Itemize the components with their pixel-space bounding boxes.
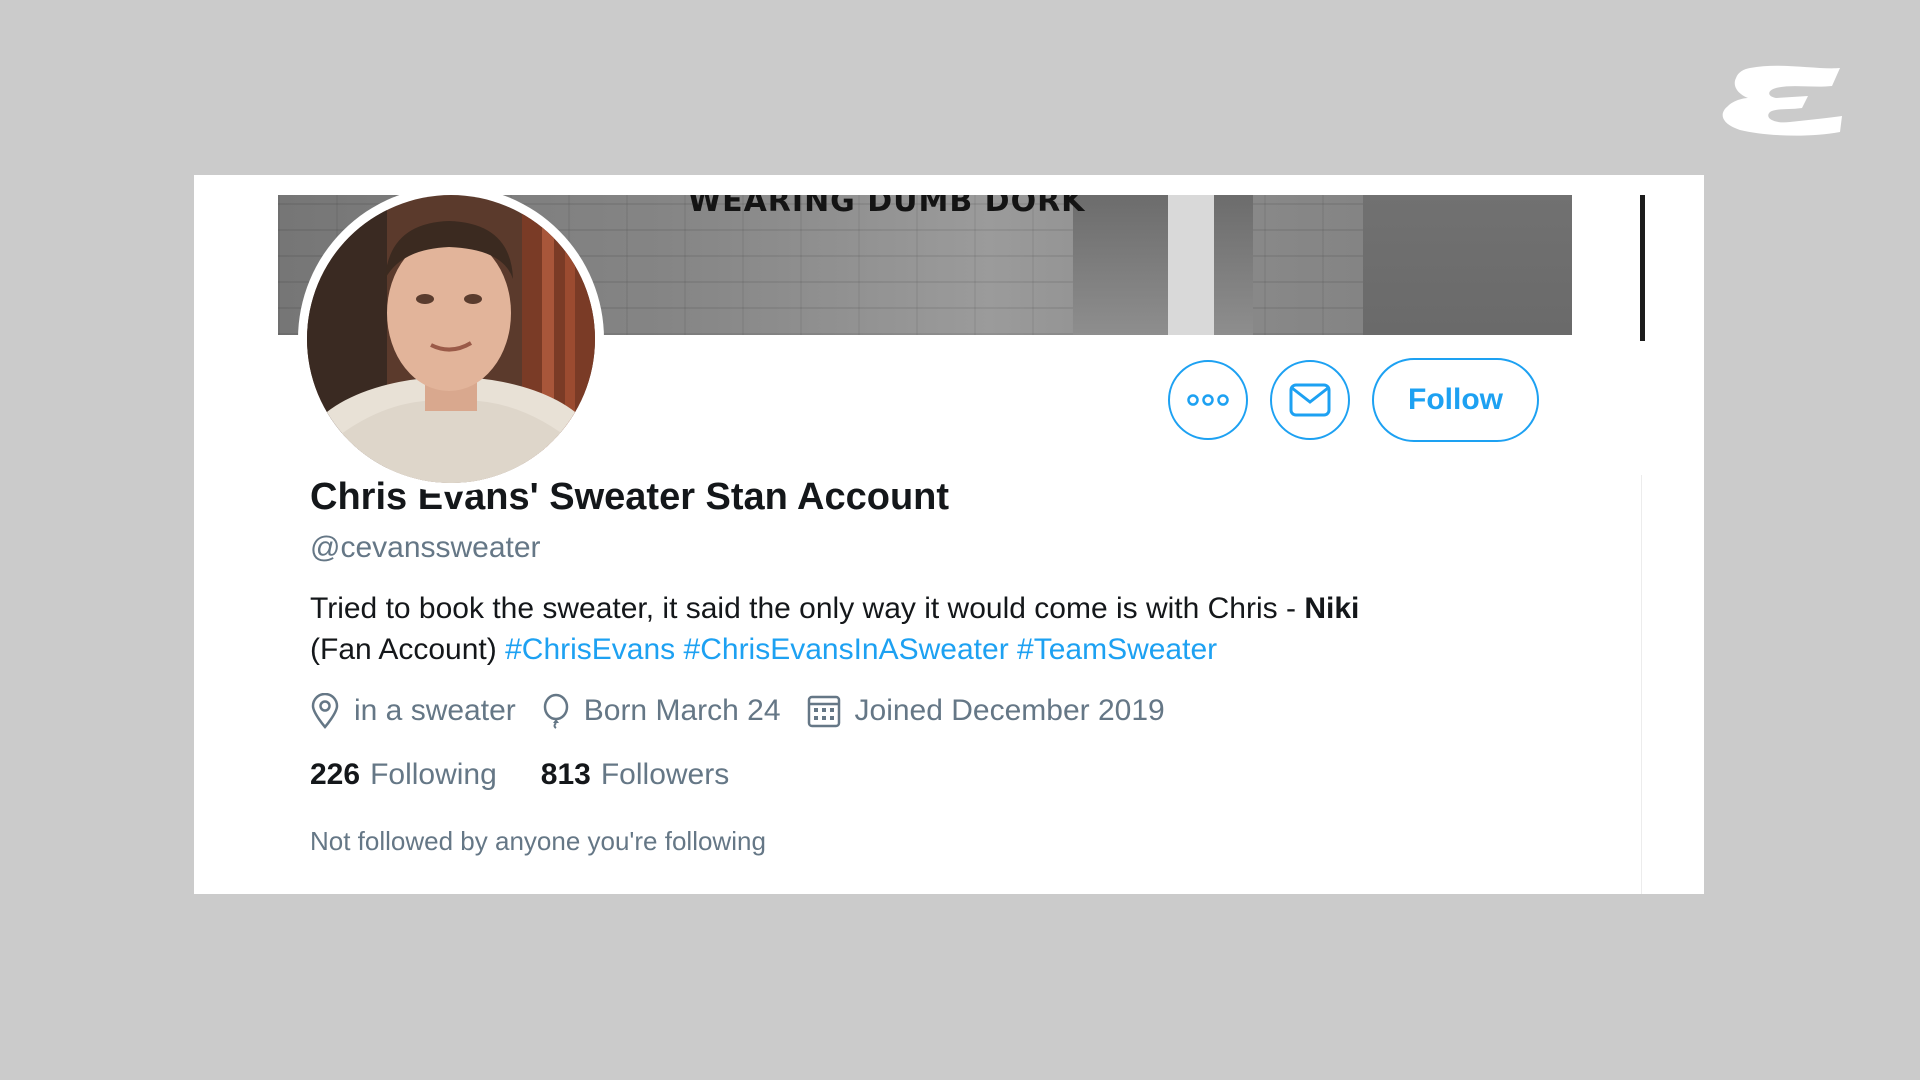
followers-link[interactable]: 813 Followers	[541, 758, 729, 792]
envelope-icon	[1289, 383, 1331, 417]
bio: Tried to book the sweater, it said the o…	[310, 588, 1550, 670]
esquire-e-logo	[1722, 65, 1842, 136]
location-item: in a sweater	[310, 693, 516, 729]
not-followed-note: Not followed by anyone you're following	[310, 826, 766, 856]
birthday-item: Born March 24	[542, 693, 781, 729]
followers-label: Followers	[600, 758, 730, 791]
following-label: Following	[370, 758, 497, 791]
bio-suffix: (Fan Account)	[310, 633, 497, 666]
hashtag-link[interactable]: #ChrisEvansInASweater	[684, 633, 1009, 666]
profile-meta: in a sweater Born March 24 Joined Decemb…	[310, 693, 1191, 729]
more-options-icon	[1187, 394, 1229, 406]
follow-button[interactable]: Follow	[1372, 358, 1539, 442]
following-count: 226	[310, 758, 361, 791]
avatar[interactable]	[298, 186, 604, 492]
more-options-button[interactable]	[1168, 360, 1249, 440]
profile-actions: Follow	[1168, 358, 1539, 442]
banner-caption: WEARING DUMB DORK	[688, 195, 1086, 219]
joined-text: Joined December 2019	[854, 694, 1165, 727]
handle: @cevanssweater	[310, 531, 541, 564]
hashtag-link[interactable]: #TeamSweater	[1017, 633, 1217, 666]
location-pin-icon	[311, 693, 339, 729]
joined-item: Joined December 2019	[807, 694, 1165, 728]
screenshot-card: WEARING DUMB DORK Follow Chris Evans' Sw…	[194, 175, 1704, 894]
avatar-photo	[307, 195, 595, 483]
birthday-text: Born March 24	[583, 694, 781, 727]
location-text: in a sweater	[354, 694, 516, 727]
message-button[interactable]	[1270, 360, 1351, 440]
follow-counts: 226 Following 813 Followers	[310, 758, 773, 792]
followers-count: 813	[540, 758, 591, 791]
hashtag-link[interactable]: #ChrisEvans	[505, 633, 675, 666]
panel-divider	[1641, 475, 1642, 894]
twitter-profile: WEARING DUMB DORK Follow Chris Evans' Sw…	[278, 175, 1572, 894]
calendar-icon	[807, 695, 840, 728]
balloon-icon	[543, 693, 568, 729]
adjacent-panel-edge	[1640, 195, 1645, 341]
following-link[interactable]: 226 Following	[310, 758, 497, 792]
bio-author: Niki	[1304, 592, 1360, 625]
bio-text: Tried to book the sweater, it said the o…	[310, 592, 1305, 625]
